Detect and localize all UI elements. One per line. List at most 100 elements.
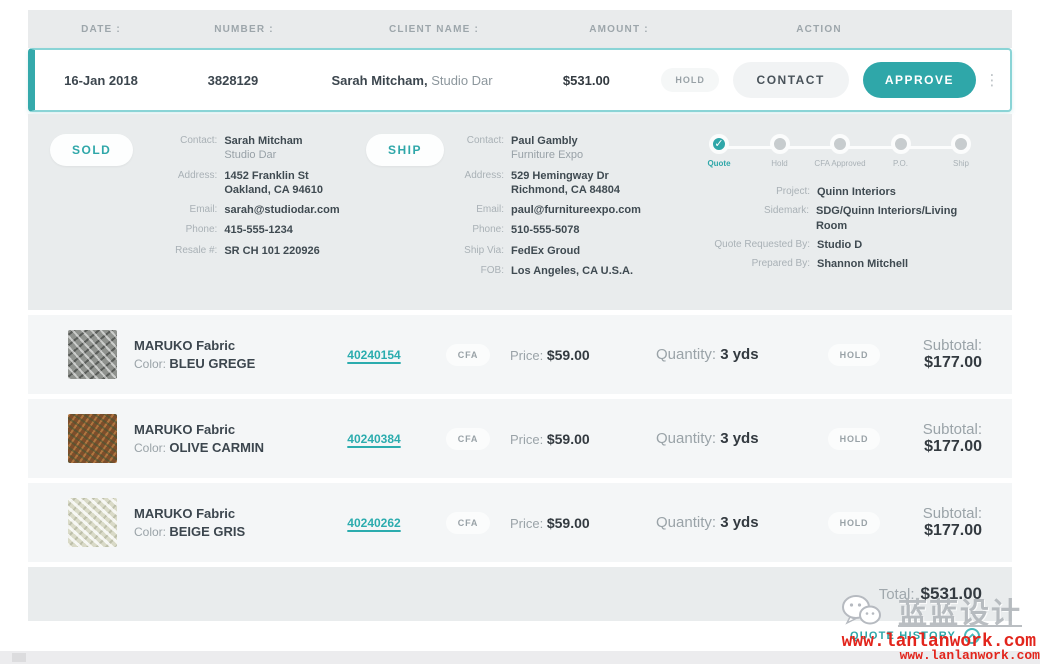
- item-hold-button[interactable]: HOLD: [828, 512, 881, 534]
- bottom-edge-band: [0, 651, 1040, 664]
- sold-section: SOLD Contact: Sarah Mitcham Studio Dar A…: [50, 134, 366, 292]
- item-number-link[interactable]: 40240384: [347, 432, 400, 446]
- item-subtotal: Subtotal: $177.00: [896, 337, 1012, 372]
- ship-address-label: Address:: [458, 169, 504, 198]
- cfa-badge: CFA: [446, 428, 490, 450]
- ship-email-label: Email:: [458, 203, 504, 217]
- ship-phone-label: Phone:: [458, 223, 504, 237]
- sold-contact-name: Sarah Mitcham: [224, 134, 302, 148]
- sold-contact-company: Studio Dar: [224, 148, 302, 162]
- quote-history-button[interactable]: QUOTE HISTORY: [850, 628, 980, 644]
- column-client-name[interactable]: CLIENT NAME :: [314, 24, 554, 35]
- item-title: MARUKO Fabric: [134, 506, 322, 521]
- quote-row[interactable]: 16-Jan 2018 3828129 Sarah Mitcham, Studi…: [28, 48, 1012, 112]
- ship-address-line1: 529 Hemingway Dr: [511, 169, 620, 183]
- fabric-swatch-image[interactable]: [68, 330, 117, 379]
- item-color: Color: OLIVE CARMIN: [134, 440, 322, 455]
- ship-badge: SHIP: [366, 134, 444, 166]
- step-dot-icon: [830, 134, 850, 154]
- column-amount[interactable]: AMOUNT :: [554, 24, 684, 35]
- chevron-up-circle-icon[interactable]: [964, 628, 980, 644]
- column-number[interactable]: NUMBER :: [174, 24, 314, 35]
- sold-address-line2: Oakland, CA 94610: [224, 183, 323, 197]
- prepared-by-value: Shannon Mitchell: [817, 257, 908, 271]
- sidemark-label: Sidemark:: [682, 204, 809, 233]
- item-price: Price: $59.00: [510, 515, 656, 531]
- ship-contact-name: Paul Gambly: [511, 134, 583, 148]
- total-value: $531.00: [921, 584, 982, 604]
- requested-by-value: Studio D: [817, 238, 862, 252]
- requested-by-label: Quote Requested By:: [682, 238, 810, 252]
- line-item-row: MARUKO Fabric Color: OLIVE CARMIN 402403…: [28, 399, 1012, 478]
- item-title: MARUKO Fabric: [134, 422, 322, 437]
- sold-address-line1: 1452 Franklin St: [224, 169, 323, 183]
- ship-via: FedEx Groud: [511, 244, 580, 258]
- table-column-header: DATE : NUMBER : CLIENT NAME : AMOUNT : A…: [28, 10, 1012, 48]
- sidemark-value: SDG/Quinn Interiors/Living Room: [816, 204, 990, 233]
- client-name: Sarah Mitcham,: [331, 73, 427, 88]
- quote-date: 16-Jan 2018: [35, 73, 167, 88]
- item-number-link[interactable]: 40240154: [347, 348, 400, 362]
- step-dot-icon: [951, 134, 971, 154]
- quote-detail-panel: SOLD Contact: Sarah Mitcham Studio Dar A…: [28, 114, 1012, 310]
- fabric-swatch-image[interactable]: [68, 414, 117, 463]
- project-info: Project: Quinn Interiors Sidemark: SDG/Q…: [682, 185, 990, 276]
- footer: QUOTE HISTORY: [28, 621, 1012, 651]
- quote-number: 3828129: [167, 73, 299, 88]
- prepared-by-label: Prepared By:: [682, 257, 810, 271]
- fabric-swatch-image[interactable]: [68, 498, 117, 547]
- step-hold: Hold: [751, 134, 809, 169]
- line-item-row: MARUKO Fabric Color: BLEU GREGE 40240154…: [28, 315, 1012, 394]
- item-price: Price: $59.00: [510, 431, 656, 447]
- total-label: Total:: [879, 586, 915, 603]
- cfa-badge: CFA: [446, 344, 490, 366]
- item-subtotal: Subtotal: $177.00: [896, 421, 1012, 456]
- step-quote: ✓ Quote: [690, 134, 748, 169]
- sold-resale-label: Resale #:: [147, 244, 217, 258]
- sold-resale-number: SR CH 101 220926: [224, 244, 319, 258]
- contact-button[interactable]: CONTACT: [733, 62, 849, 98]
- ship-fob: Los Angeles, CA U.S.A.: [511, 264, 633, 278]
- item-price: Price: $59.00: [510, 347, 656, 363]
- quote-amount: $531.00: [525, 73, 648, 88]
- item-quantity: Quantity: 3 yds: [656, 514, 812, 531]
- total-row: Total: $531.00: [28, 567, 1012, 621]
- sold-badge: SOLD: [50, 134, 133, 166]
- step-dot-icon: [891, 134, 911, 154]
- item-hold-button[interactable]: HOLD: [828, 344, 881, 366]
- sold-phone: 415-555-1234: [224, 223, 293, 237]
- status-section: ✓ Quote Hold CFA Approved P.O.: [682, 134, 990, 292]
- project-label: Project:: [682, 185, 810, 199]
- item-color: Color: BEIGE GRIS: [134, 524, 322, 539]
- sold-phone-label: Phone:: [147, 223, 217, 237]
- item-title: MARUKO Fabric: [134, 338, 322, 353]
- item-color: Color: BLEU GREGE: [134, 356, 322, 371]
- item-hold-button[interactable]: HOLD: [828, 428, 881, 450]
- ship-via-label: Ship Via:: [458, 244, 504, 258]
- step-check-icon: ✓: [709, 134, 729, 154]
- sold-contact-label: Contact:: [147, 134, 217, 163]
- approve-button[interactable]: APPROVE: [863, 62, 976, 98]
- ship-fob-label: FOB:: [458, 264, 504, 278]
- bottom-edge-chip: [12, 653, 26, 662]
- cfa-badge: CFA: [446, 512, 490, 534]
- ship-phone: 510-555-5078: [511, 223, 580, 237]
- column-action: ACTION: [684, 24, 954, 35]
- sold-email: sarah@studiodar.com: [224, 203, 339, 217]
- item-number-link[interactable]: 40240262: [347, 516, 400, 530]
- hold-button[interactable]: HOLD: [661, 68, 719, 92]
- more-options-icon[interactable]: ⋮: [982, 78, 1002, 83]
- status-stepper: ✓ Quote Hold CFA Approved P.O.: [690, 134, 990, 169]
- line-item-row: MARUKO Fabric Color: BEIGE GRIS 40240262…: [28, 483, 1012, 562]
- item-subtotal: Subtotal: $177.00: [896, 505, 1012, 540]
- quote-client: Sarah Mitcham, Studio Dar: [299, 73, 525, 88]
- ship-contact-label: Contact:: [458, 134, 504, 163]
- ship-contact-company: Furniture Expo: [511, 148, 583, 162]
- sold-address-label: Address:: [147, 169, 217, 198]
- step-dot-icon: [770, 134, 790, 154]
- quote-management-page: DATE : NUMBER : CLIENT NAME : AMOUNT : A…: [0, 0, 1040, 664]
- item-quantity: Quantity: 3 yds: [656, 346, 812, 363]
- client-company: Studio Dar: [431, 73, 492, 88]
- column-date[interactable]: DATE :: [28, 24, 174, 35]
- ship-address-line2: Richmond, CA 84804: [511, 183, 620, 197]
